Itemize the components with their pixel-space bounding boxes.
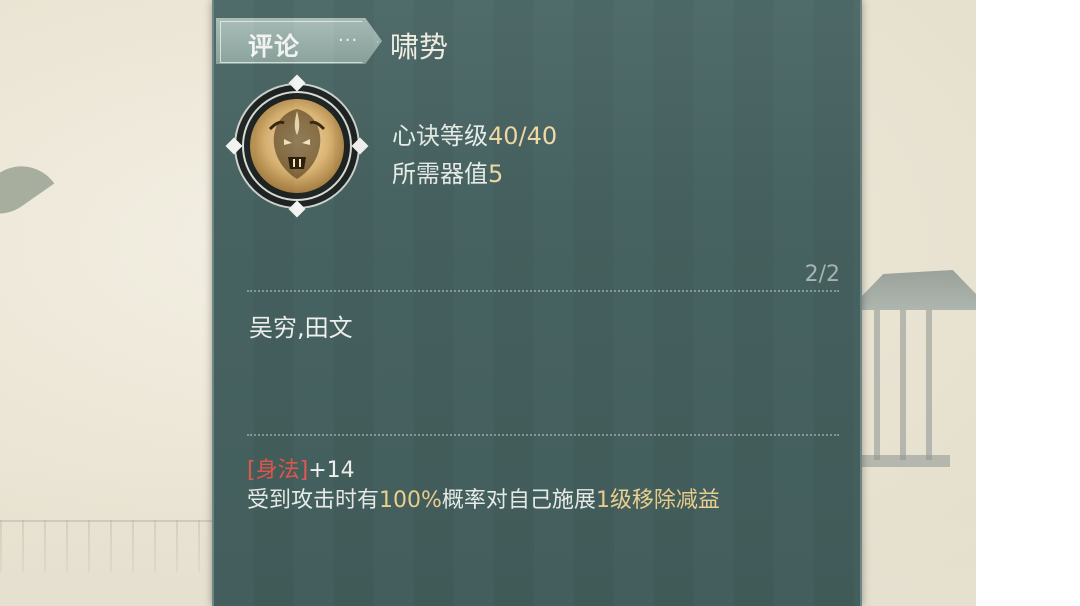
skill-emblem[interactable] xyxy=(225,74,369,218)
level-stat: 心诀等级40/40 xyxy=(392,116,557,151)
attribute-name: 身法 xyxy=(255,458,300,483)
effect-text-2: 概率对自己施展 xyxy=(441,488,596,513)
cost-stat: 所需器值5 xyxy=(392,154,503,189)
beast-face-icon xyxy=(250,99,344,193)
character-names: 吴穷,田文 xyxy=(249,314,353,342)
attribute-open-bracket: [ xyxy=(247,458,256,483)
skill-effect: 受到攻击时有100%概率对自己施展1级移除减益 xyxy=(247,482,720,514)
level-value: 40/40 xyxy=(488,122,558,150)
level-label: 心诀等级 xyxy=(392,122,488,150)
divider-bottom xyxy=(247,434,839,436)
skill-name: 啸势 xyxy=(390,30,449,64)
effect-chance: 100% xyxy=(379,488,442,513)
effect-level: 1级移除减益 xyxy=(595,488,720,513)
leaf-decoration xyxy=(0,150,55,230)
skill-detail-panel: 评论 ··· 啸势 心诀等级40/40 所需器值5 2/2 吴穷,田文 [身法]… xyxy=(212,0,862,606)
more-icon[interactable]: ··· xyxy=(338,30,358,51)
cost-value: 5 xyxy=(488,160,504,188)
divider-top xyxy=(247,290,839,292)
cost-label: 所需器值 xyxy=(392,160,488,188)
comment-tab-label[interactable]: 评论 xyxy=(248,27,300,63)
attribute-bonus: [身法]+14 xyxy=(247,452,355,484)
attribute-value: +14 xyxy=(308,458,355,483)
effect-text-1: 受到攻击时有 xyxy=(247,488,380,513)
attribute-close-bracket: ] xyxy=(299,458,309,483)
page-indicator: 2/2 xyxy=(804,262,840,287)
